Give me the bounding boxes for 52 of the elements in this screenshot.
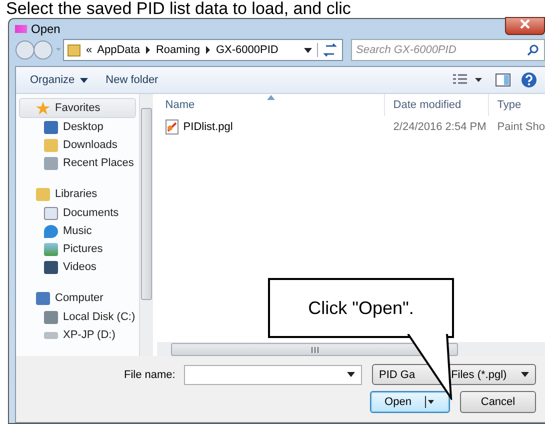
file-icon <box>165 119 180 135</box>
nav-item[interactable]: Pictures <box>16 240 140 258</box>
close-icon <box>520 19 530 30</box>
refresh-icon[interactable] <box>317 43 339 58</box>
type-cell-text: Paint Sho <box>496 121 545 133</box>
nav-item[interactable]: Music <box>16 222 140 240</box>
column-header[interactable]: Name <box>157 94 386 116</box>
horizontal-scrollbar[interactable] <box>157 342 545 356</box>
cancel-button[interactable]: Cancel <box>460 391 536 413</box>
file-name-label: File name: <box>124 368 176 380</box>
caret-icon <box>80 78 88 83</box>
address-bar[interactable]: « AppData Roaming GX-6000PID <box>63 39 343 62</box>
nav-item[interactable]: Documents <box>16 204 140 222</box>
toolbar-button[interactable]: Organize <box>26 72 92 88</box>
nav-item[interactable]: Recent Places <box>16 154 140 172</box>
nav-item[interactable]: Libraries <box>19 184 136 204</box>
nav-item[interactable]: Favorites <box>19 98 136 118</box>
window-title: Open <box>31 22 60 36</box>
column-header[interactable]: Date modified <box>385 94 490 116</box>
breadcrumb[interactable]: Roaming <box>156 44 200 56</box>
sort-arrow-icon <box>267 95 276 100</box>
column-header[interactable]: Type <box>489 94 545 116</box>
help-icon[interactable] <box>521 72 537 88</box>
chevron-icon[interactable] <box>204 46 211 54</box>
file-name-cell[interactable]: PIDlist.pgl <box>157 119 386 135</box>
file-name-field[interactable] <box>184 364 362 384</box>
overflow-chevron[interactable]: « <box>86 44 92 56</box>
vertical-scrollbar[interactable] <box>139 94 154 356</box>
search-field[interactable]: Search GX-6000PID <box>351 39 545 62</box>
dropdown-arrow-icon <box>521 372 529 377</box>
date-cell-text: 2/24/2016 2:54 PM <box>392 121 488 133</box>
grip-icon <box>310 346 319 352</box>
dropdown-arrow-icon[interactable] <box>347 372 355 377</box>
nav-item[interactable]: Computer <box>19 288 136 308</box>
folder-icon <box>67 43 81 58</box>
nav-item[interactable]: Videos <box>16 258 140 276</box>
dropdown-arrow-icon[interactable] <box>425 396 436 408</box>
chevron-icon[interactable] <box>144 46 151 54</box>
close-button[interactable] <box>505 16 545 35</box>
breadcrumb[interactable]: GX-6000PID <box>216 44 278 56</box>
app-icon <box>15 24 27 33</box>
nav-item[interactable]: Local Disk (C:) <box>16 308 140 326</box>
dropdown-arrow-icon[interactable] <box>304 48 312 53</box>
instruction-text: Select the saved PID list data to load, and clic <box>5 0 352 18</box>
breadcrumb[interactable]: AppData <box>97 44 140 56</box>
nav-item[interactable]: XP-JP (D:) <box>16 326 140 344</box>
preview-pane-icon[interactable] <box>495 73 511 87</box>
nav-item[interactable]: Downloads <box>16 136 140 154</box>
open-button[interactable]: Open <box>370 391 450 413</box>
nav-item[interactable]: Desktop <box>16 118 140 136</box>
search-icon <box>527 44 539 56</box>
toolbar-button[interactable]: New folder <box>102 72 162 88</box>
